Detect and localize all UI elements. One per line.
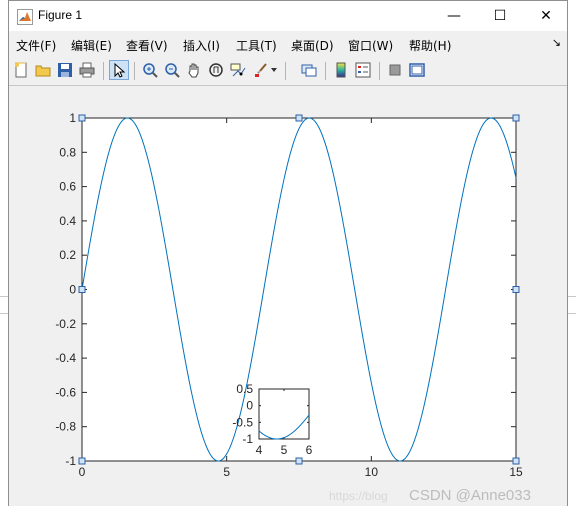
background-divider <box>0 296 8 297</box>
toolbar-separator <box>325 62 326 80</box>
figure-window: Figure 1 — ☐ ✕ 文件(F) 编辑(E) 查看(V) 插入(I) 工… <box>8 0 568 506</box>
zoom-in-icon[interactable] <box>140 60 160 80</box>
menu-window[interactable]: 窗口(W) <box>348 37 393 54</box>
main-axes-y-tick-label: 0.2 <box>59 248 76 262</box>
show-plot-tools-icon[interactable] <box>407 60 427 80</box>
main-axes-y-tick-label: 0.8 <box>59 145 76 159</box>
menu-file[interactable]: 文件(F) <box>16 37 56 54</box>
dock-figure-icon[interactable]: ↘ <box>552 36 561 49</box>
inset-axes-x-tick-label: 6 <box>306 443 313 457</box>
menu-desktop[interactable]: 桌面(D) <box>291 37 334 54</box>
pan-hand-icon[interactable] <box>184 60 204 80</box>
zoom-out-icon[interactable] <box>162 60 182 80</box>
toolbar-separator <box>285 62 286 80</box>
main-axes-y-tick-label: 1 <box>69 111 76 125</box>
inset-axes-y-tick-label: 0 <box>246 399 253 413</box>
figure-toolbar <box>9 57 567 86</box>
selection-handle[interactable] <box>512 286 520 293</box>
minimize-button[interactable]: — <box>431 1 477 31</box>
close-button[interactable]: ✕ <box>523 1 569 31</box>
toolbar-separator <box>134 62 135 80</box>
selection-handle[interactable] <box>78 457 86 465</box>
close-icon: ✕ <box>540 8 552 24</box>
background-divider <box>0 313 8 314</box>
rotate-3d-icon[interactable] <box>206 60 226 80</box>
legend-icon[interactable] <box>353 60 373 80</box>
watermark-faint: https://blog <box>329 489 388 503</box>
plot-canvas[interactable]: 0 5 10 15 -1 -0.8 -0.6 -0.4 -0.2 0 0.2 0.4 0.6 0.8 1 4… <box>9 86 567 506</box>
selection-handle[interactable] <box>512 114 520 122</box>
menu-view[interactable]: 查看(V) <box>126 37 168 54</box>
save-icon[interactable] <box>55 60 75 80</box>
window-title: Figure 1 <box>38 8 83 22</box>
background-divider <box>568 296 576 297</box>
menu-tools[interactable]: 工具(T) <box>236 37 277 54</box>
matlab-logo-icon <box>17 9 33 25</box>
selection-handle[interactable] <box>295 457 303 465</box>
selection-handle[interactable] <box>512 457 520 465</box>
menu-help[interactable]: 帮助(H) <box>409 37 451 54</box>
maximize-icon: ☐ <box>493 8 507 24</box>
link-plot-icon[interactable] <box>299 60 319 80</box>
main-axes-y-tick-label: -0.2 <box>55 317 76 331</box>
open-file-icon[interactable] <box>33 60 53 80</box>
inset-axes-y-tick-label: -0.5 <box>232 415 253 429</box>
selection-handle[interactable] <box>78 114 86 122</box>
colorbar-icon[interactable] <box>331 60 351 80</box>
main-axes-x-tick-label: 10 <box>365 465 379 479</box>
menu-edit[interactable]: 编辑(E) <box>71 37 112 54</box>
print-icon[interactable] <box>77 60 97 80</box>
figure-canvas[interactable]: 0 5 10 15 -1 -0.8 -0.6 -0.4 -0.2 0 0.2 0.4 0.6 0.8 1 4… <box>9 86 567 506</box>
main-axes-y-tick-label: -0.6 <box>55 385 76 399</box>
toolbar-separator <box>379 62 380 80</box>
main-axes-y-tick-label: 0.4 <box>59 214 76 228</box>
main-axes-y-tick-label: 0 <box>69 283 76 297</box>
edit-plot-arrow-icon[interactable] <box>109 60 129 80</box>
selection-handle[interactable] <box>78 286 86 293</box>
main-axes-y-tick-label: -0.8 <box>55 420 76 434</box>
watermark: CSDN @Anne033 <box>409 487 531 504</box>
main-axes-y-tick-label: -0.4 <box>55 351 76 365</box>
inset-axes-x-tick-label: 5 <box>281 443 288 457</box>
new-figure-icon[interactable] <box>11 60 31 80</box>
hide-plot-tools-icon[interactable] <box>385 60 405 80</box>
inset-axes-x-tick-label: 4 <box>256 443 263 457</box>
title-bar: Figure 1 — ☐ ✕ <box>9 1 567 31</box>
menu-insert[interactable]: 插入(I) <box>183 37 220 54</box>
main-axes-x-tick-label: 15 <box>509 465 523 479</box>
inset-axes-y-tick-label: -1 <box>242 432 253 446</box>
minimize-icon: — <box>447 8 461 24</box>
main-axes-x-tick-label: 5 <box>223 465 230 479</box>
selection-handle[interactable] <box>295 114 303 122</box>
toolbar-separator <box>103 62 104 80</box>
background-divider <box>568 313 576 314</box>
main-axes-y-tick-label: -1 <box>65 454 76 468</box>
main-axes-y-tick-label: 0.6 <box>59 180 76 194</box>
brush-icon[interactable] <box>250 60 270 80</box>
main-axes-x-tick-label: 0 <box>79 465 86 479</box>
inset-axes-plot-area <box>258 388 310 440</box>
maximize-button[interactable]: ☐ <box>477 1 523 31</box>
inset-axes-y-tick-label: 0.5 <box>236 382 253 396</box>
data-cursor-icon[interactable] <box>228 60 248 80</box>
menu-bar: 文件(F) 编辑(E) 查看(V) 插入(I) 工具(T) 桌面(D) 窗口(W… <box>9 33 567 55</box>
brush-dropdown-icon[interactable] <box>268 60 280 80</box>
